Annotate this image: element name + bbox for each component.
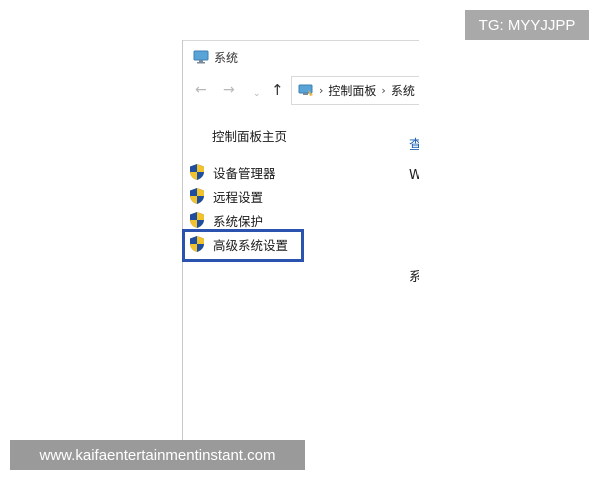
sidebar-item-remote-settings[interactable]: 远程设置 (189, 186, 263, 206)
breadcrumb-control-panel[interactable]: 控制面板 (328, 82, 376, 99)
shield-icon (190, 164, 204, 180)
main-heading-link[interactable]: 查 (409, 134, 419, 153)
control-panel-home-link[interactable]: 控制面板主页 (212, 126, 287, 145)
sidebar-item-label: 高级系统设置 (213, 237, 289, 253)
window-title: 系统 (214, 50, 239, 65)
control-panel-icon (298, 84, 313, 96)
breadcrumb-separator: › (381, 84, 386, 97)
tg-watermark: TG: MYYJJPP (465, 10, 589, 40)
shield-icon (190, 188, 204, 204)
title-bar: 系统 (183, 46, 238, 68)
main-text-fragment: W (409, 168, 419, 183)
back-button[interactable]: ← (195, 81, 207, 99)
navigation-bar: ← → ⌄ ↑ › 控制面板 › 系统 (183, 76, 419, 106)
main-text-fragment: 系 (409, 266, 419, 285)
breadcrumb-separator: › (319, 84, 324, 97)
sidebar-item-label: 远程设置 (213, 189, 264, 205)
system-window: 系统 ← → ⌄ ↑ › 控制面板 › 系统 控制面板主页 设备管理器 远程设置… (182, 40, 419, 440)
shield-icon (190, 212, 204, 228)
address-bar[interactable]: › 控制面板 › 系统 (291, 76, 419, 105)
system-monitor-icon (193, 50, 209, 64)
url-watermark: www.kaifaentertainmentinstant.com (10, 440, 305, 470)
sidebar-item-label: 系统保护 (213, 213, 264, 229)
breadcrumb-system[interactable]: 系统 (391, 82, 415, 99)
forward-button[interactable]: → (223, 81, 235, 99)
sidebar-item-label: 设备管理器 (213, 165, 276, 181)
sidebar-item-device-manager[interactable]: 设备管理器 (189, 162, 276, 182)
sidebar-item-advanced-system-settings[interactable]: 高级系统设置 (189, 234, 288, 254)
up-button[interactable]: ↑ (271, 81, 284, 99)
recent-locations-button[interactable]: ⌄ (253, 85, 261, 103)
shield-icon (190, 236, 204, 252)
sidebar-item-system-protection[interactable]: 系统保护 (189, 210, 263, 230)
window-border (183, 40, 419, 41)
